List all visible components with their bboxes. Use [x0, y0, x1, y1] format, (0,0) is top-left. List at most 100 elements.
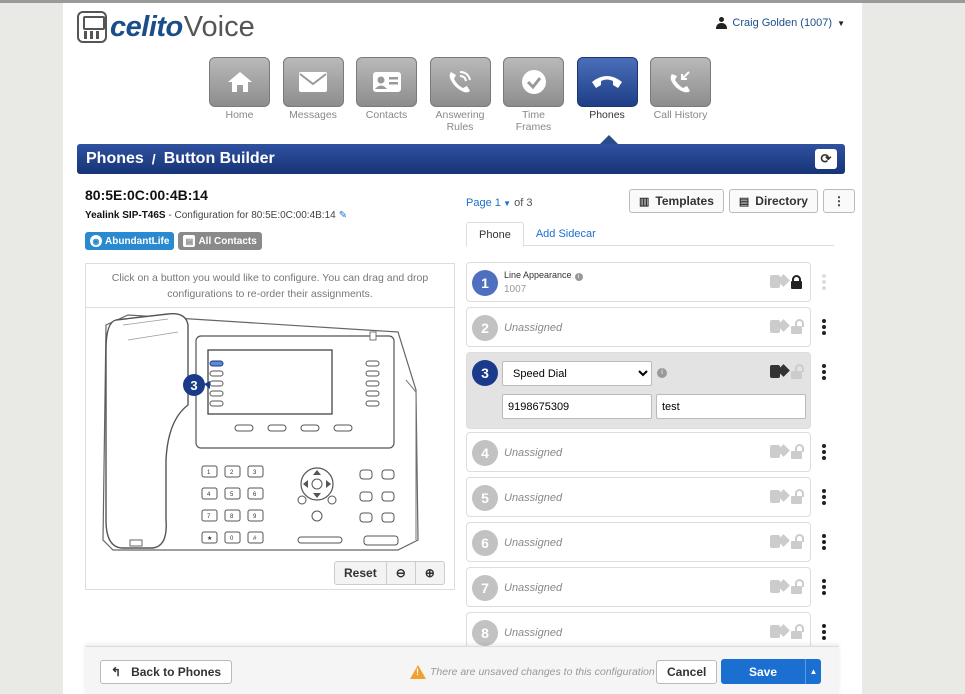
more-options-button[interactable]: ⋮	[822, 189, 855, 213]
row-menu-5[interactable]	[822, 489, 826, 505]
nav-answering-rules[interactable]: Answering Rules	[429, 57, 491, 133]
tag-icon[interactable]	[770, 445, 785, 458]
templates-button[interactable]: ▥ Templates	[629, 189, 724, 213]
tag-icon[interactable]	[770, 580, 785, 593]
device-model: Yealink SIP-T46S	[85, 210, 166, 221]
call-history-icon	[650, 57, 711, 107]
button-number: 8	[472, 620, 498, 646]
breadcrumb-phones[interactable]: Phones	[86, 150, 144, 168]
page-prefix: Page	[466, 197, 492, 209]
envelope-icon	[282, 57, 344, 107]
lock-icon[interactable]	[791, 275, 802, 289]
zoom-in-button[interactable]: ⊕	[416, 562, 444, 584]
pencil-icon[interactable]: ✎	[339, 210, 347, 221]
unlock-icon[interactable]	[791, 444, 804, 459]
button-number: 4	[472, 440, 498, 466]
button-number: 5	[472, 485, 498, 511]
refresh-button[interactable]: ⟳	[815, 149, 837, 169]
user-icon	[716, 17, 728, 29]
speed-dial-number-input[interactable]	[502, 394, 652, 419]
tag-icon[interactable]	[770, 275, 785, 288]
page-title-bar: Phones / Button Builder ⟳	[77, 144, 845, 174]
nav-label: Home	[225, 109, 254, 121]
nav-phones[interactable]: Phones	[576, 57, 638, 133]
celito-voice-logo[interactable]: celito Voice	[77, 9, 255, 45]
row-icons	[770, 579, 804, 594]
button-row-1[interactable]: 1 Line Appearance i 1007	[466, 262, 811, 302]
unlock-icon[interactable]	[791, 319, 804, 334]
save-options-dropdown[interactable]: ▲	[805, 659, 821, 684]
row-menu-4[interactable]	[822, 444, 826, 460]
button-row-6[interactable]: 6 Unassigned	[466, 522, 811, 562]
tag-icon[interactable]	[770, 535, 785, 548]
page-selector[interactable]: Page 1 ▼ of 3	[466, 197, 532, 209]
nav-contacts[interactable]: Contacts	[356, 57, 417, 133]
unsaved-warning: There are unsaved changes to this config…	[410, 665, 655, 679]
tag-all-contacts[interactable]: ▤ All Contacts	[178, 232, 262, 250]
tag-icon[interactable]	[770, 320, 785, 333]
logo-brand: celito	[110, 10, 183, 43]
row-menu-1[interactable]	[822, 274, 826, 290]
row-label: Line Appearance i	[504, 270, 583, 281]
unlock-icon[interactable]	[791, 534, 804, 549]
save-button-group: Save ▲	[721, 659, 821, 684]
tab-add-sidecar[interactable]: Add Sidecar	[524, 222, 608, 245]
home-icon	[209, 57, 270, 107]
contact-card-icon	[356, 57, 417, 107]
reset-button[interactable]: Reset	[335, 562, 387, 584]
tag-abundantlife[interactable]: ◉ AbundantLife	[85, 232, 175, 250]
nav-call-history[interactable]: Call History	[650, 57, 711, 133]
button-row-3[interactable]: 3 Speed Dial i	[466, 352, 811, 429]
clock-icon	[503, 57, 564, 107]
nav-label: Messages	[289, 109, 337, 121]
unlock-icon[interactable]	[791, 624, 804, 639]
page-title: Button Builder	[163, 150, 275, 167]
button-row-2[interactable]: 2 Unassigned	[466, 307, 811, 347]
canvas-hint: Click on a button you would like to conf…	[86, 264, 454, 308]
nav-time-frames[interactable]: Time Frames	[503, 57, 564, 133]
info-icon[interactable]: i	[657, 368, 667, 378]
nav-label: Time Frames	[515, 109, 552, 133]
tag-icon[interactable]	[770, 365, 785, 378]
unlock-icon[interactable]	[791, 489, 804, 504]
row-menu-3[interactable]	[822, 364, 826, 380]
speed-dial-name-input[interactable]	[656, 394, 806, 419]
breadcrumb-separator: /	[151, 151, 156, 167]
user-menu[interactable]: Craig Golden (1007) ▼	[716, 17, 845, 29]
save-button[interactable]: Save	[721, 659, 805, 684]
row-status: Unassigned	[504, 447, 563, 459]
unlock-icon[interactable]	[791, 364, 804, 379]
refresh-icon: ⟳	[820, 151, 832, 166]
tab-phone[interactable]: Phone	[466, 222, 524, 247]
unlock-icon[interactable]	[791, 579, 804, 594]
phone-logo-icon	[77, 11, 107, 43]
button-row-4[interactable]: 4 Unassigned	[466, 432, 811, 472]
nav-label: Phones	[589, 109, 625, 121]
row-status: Unassigned	[504, 537, 563, 549]
row-icons	[770, 444, 804, 459]
cancel-button[interactable]: Cancel	[656, 660, 718, 684]
row-menu-6[interactable]	[822, 534, 826, 550]
tag-icon[interactable]	[770, 490, 785, 503]
button-row-7[interactable]: 7 Unassigned	[466, 567, 811, 607]
button-row-5[interactable]: 5 Unassigned	[466, 477, 811, 517]
button-type-select[interactable]: Speed Dial	[502, 361, 652, 386]
row-icons	[770, 489, 804, 504]
user-name: Craig Golden (1007)	[732, 17, 833, 29]
zoom-out-button[interactable]: ⊖	[387, 562, 416, 584]
nav-home[interactable]: Home	[209, 57, 270, 133]
row-menu-2[interactable]	[822, 319, 826, 335]
row-value: 1007	[504, 284, 527, 295]
back-to-phones-button[interactable]: ↰ Back to Phones	[100, 660, 233, 684]
button-number: 2	[472, 315, 498, 341]
nav-messages[interactable]: Messages	[282, 57, 344, 133]
button-number: 6	[472, 530, 498, 556]
directory-button[interactable]: ▤ Directory	[728, 189, 818, 213]
back-label: Back to Phones	[131, 665, 222, 679]
row-menu-8[interactable]	[822, 624, 826, 640]
tag-icon[interactable]	[770, 625, 785, 638]
row-menu-7[interactable]	[822, 579, 826, 595]
device-config-text: - Configuration for 80:5E:0C:00:4B:14	[165, 210, 336, 221]
phone-forward-icon	[429, 57, 491, 107]
info-icon: i	[574, 273, 583, 281]
